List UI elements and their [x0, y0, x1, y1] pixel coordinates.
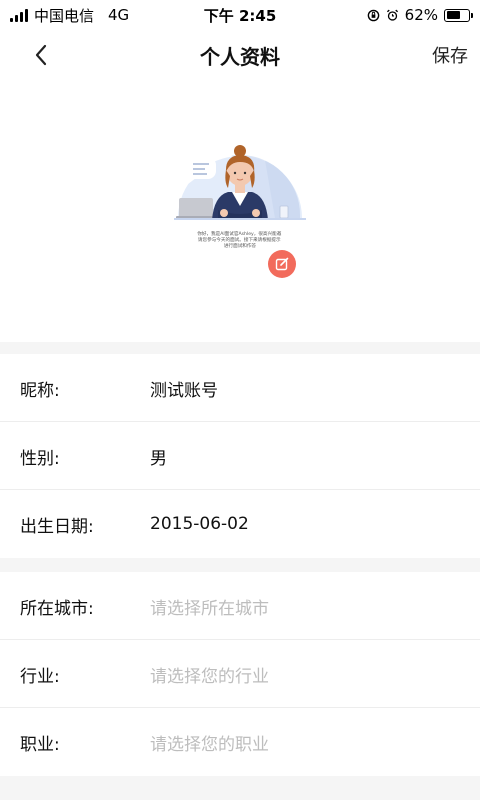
status-bar: 中国电信 4G 下午 2:45 62%	[0, 0, 480, 30]
battery-percent: 62%	[404, 6, 438, 24]
battery-fill	[446, 11, 460, 19]
industry-value: 请选择您的行业	[150, 666, 269, 687]
edit-avatar-button[interactable]	[268, 250, 296, 278]
occupation-label: 职业:	[20, 734, 60, 755]
gender-value: 男	[150, 448, 167, 469]
birthdate-row[interactable]: 出生日期: 2015-06-02	[0, 490, 480, 558]
nav-bar: 个人资料 保存	[0, 30, 480, 80]
alarm-icon	[386, 9, 398, 21]
occupation-value: 请选择您的职业	[150, 734, 269, 755]
nickname-row[interactable]: 昵称: 测试账号	[0, 354, 480, 422]
nickname-label: 昵称:	[20, 380, 60, 401]
city-value: 请选择所在城市	[150, 598, 269, 619]
avatar-section: 你好，我是AI面试官Ashley，很高兴能邀 请您参与今天的面试。接下来请根据提…	[0, 80, 480, 342]
city-label: 所在城市:	[20, 598, 94, 619]
city-row[interactable]: 所在城市: 请选择所在城市	[0, 572, 480, 640]
rotation-lock-icon	[367, 9, 379, 21]
page-title: 个人资料	[200, 44, 280, 69]
birthdate-label: 出生日期:	[20, 516, 94, 537]
industry-label: 行业:	[20, 666, 60, 687]
status-right: 62%	[367, 0, 473, 30]
battery-icon	[444, 8, 473, 22]
industry-row[interactable]: 行业: 请选择您的行业	[0, 640, 480, 708]
occupation-row[interactable]: 职业: 请选择您的职业	[0, 708, 480, 776]
birthdate-value: 2015-06-02	[150, 514, 249, 534]
gender-row[interactable]: 性别: 男	[0, 422, 480, 490]
section-divider	[0, 558, 480, 572]
bottom-spacer	[0, 776, 480, 800]
svg-text:你好，我是AI面试官Ashley，很高兴能邀: 你好，我是AI面试官Ashley，很高兴能邀 请您参与今天的面试。接下来请根据提…	[197, 230, 283, 249]
gender-label: 性别:	[20, 448, 60, 469]
section-divider	[0, 342, 480, 354]
save-button[interactable]: 保存	[432, 30, 468, 80]
nickname-value: 测试账号	[150, 380, 218, 401]
edit-icon	[275, 257, 289, 271]
